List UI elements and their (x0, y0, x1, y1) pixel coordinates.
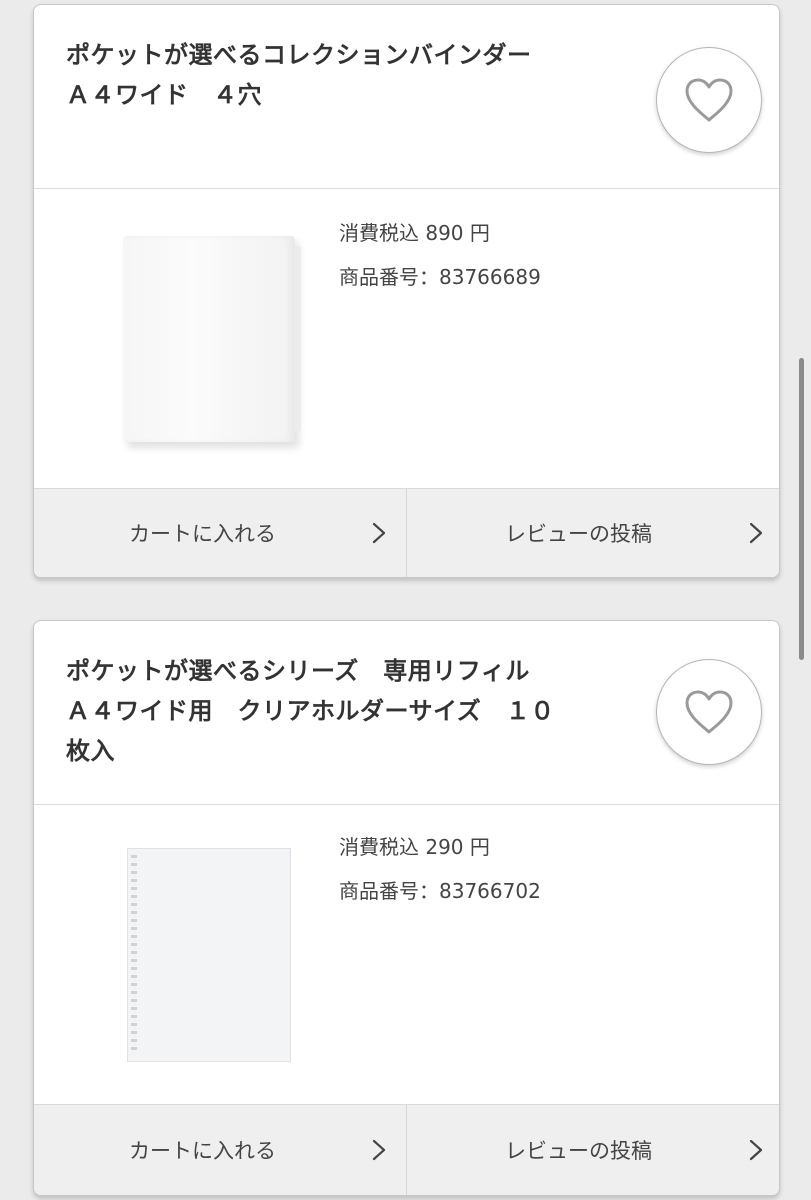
product-card: ポケットが選べるコレクションバインダー Ａ４ワイド ４穴 消費税込 890 円 … (33, 4, 780, 578)
heart-outline-icon (685, 690, 733, 734)
product-header: ポケットが選べるシリーズ 専用リフィル Ａ４ワイド用 クリアホルダーサイズ １０… (34, 621, 779, 805)
product-info: 消費税込 290 円 商品番号：83766702 (339, 825, 541, 913)
product-image[interactable] (94, 209, 324, 469)
product-title[interactable]: ポケットが選べるシリーズ 専用リフィル Ａ４ワイド用 クリアホルダーサイズ １０… (66, 651, 641, 771)
chevron-right-icon (372, 522, 386, 544)
price-label: 消費税込 890 円 (339, 221, 490, 245)
product-body: 消費税込 290 円 商品番号：83766702 (34, 805, 779, 1105)
post-review-button[interactable]: レビューの投稿 (407, 489, 779, 577)
add-to-cart-label: カートに入れる (129, 522, 276, 546)
product-title[interactable]: ポケットが選べるコレクションバインダー Ａ４ワイド ４穴 (66, 35, 641, 115)
binder-image (123, 236, 301, 442)
product-actions: カートに入れる レビューの投稿 (34, 1104, 779, 1195)
product-info: 消費税込 890 円 商品番号：83766689 (339, 211, 541, 299)
product-title-line: Ａ４ワイド用 クリアホルダーサイズ １０ (66, 697, 555, 725)
punch-holes (131, 855, 137, 1055)
post-review-label: レビューの投稿 (505, 522, 652, 546)
product-actions: カートに入れる レビューの投稿 (34, 488, 779, 577)
add-to-cart-label: カートに入れる (129, 1139, 276, 1163)
post-review-button[interactable]: レビューの投稿 (407, 1105, 779, 1195)
product-image[interactable] (94, 825, 324, 1085)
product-header: ポケットが選べるコレクションバインダー Ａ４ワイド ４穴 (34, 5, 779, 189)
product-title-line: 枚入 (66, 737, 115, 765)
product-body: 消費税込 890 円 商品番号：83766689 (34, 189, 779, 489)
refill-image (127, 848, 291, 1062)
chevron-right-icon (372, 1139, 386, 1161)
product-card: ポケットが選べるシリーズ 専用リフィル Ａ４ワイド用 クリアホルダーサイズ １０… (33, 620, 780, 1196)
product-title-line: Ａ４ワイド ４穴 (66, 81, 262, 109)
add-to-cart-button[interactable]: カートに入れる (34, 489, 407, 577)
price-label: 消費税込 290 円 (339, 835, 490, 859)
item-number: 商品番号：83766689 (339, 265, 541, 289)
heart-outline-icon (685, 78, 733, 122)
product-title-line: ポケットが選べるシリーズ 専用リフィル (66, 657, 530, 685)
item-number: 商品番号：83766702 (339, 879, 541, 903)
product-title-line: ポケットが選べるコレクションバインダー (66, 41, 532, 69)
add-to-cart-button[interactable]: カートに入れる (34, 1105, 407, 1195)
chevron-right-icon (749, 522, 763, 544)
post-review-label: レビューの投稿 (505, 1139, 652, 1163)
favorite-button[interactable] (656, 659, 762, 765)
scrollbar[interactable] (799, 358, 804, 660)
favorite-button[interactable] (656, 47, 762, 153)
chevron-right-icon (749, 1139, 763, 1161)
